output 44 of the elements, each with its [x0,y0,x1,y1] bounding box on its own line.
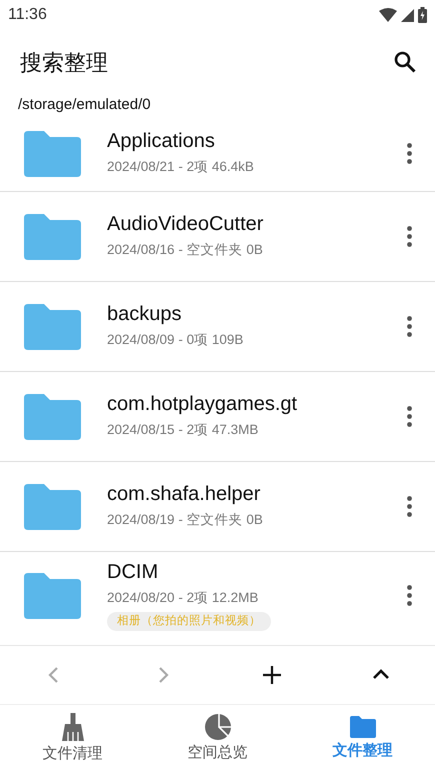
folder-row[interactable]: DCIM 2024/08/20 - 2项 12.2MB 相册（您拍的照片和视频） [0,552,435,640]
folder-name: com.hotplaygames.gt [107,392,298,416]
folder-icon [24,214,81,260]
folder-row[interactable]: Applications 2024/08/21 - 2项 46.4kB [0,116,435,192]
search-icon [393,50,417,74]
folder-row[interactable]: AudioVideoCutter 2024/08/16 - 空文件夹 0B [0,192,435,282]
folder-details: 2024/08/19 - 空文件夹 0B [107,511,264,530]
folder-name: AudioVideoCutter [107,212,264,236]
nav-tab[interactable]: 空间总览 [145,714,290,764]
broom-icon [62,712,84,741]
folder-details: 2024/08/16 - 空文件夹 0B [107,241,264,260]
folder-details: 2024/08/15 - 2项 47.3MB [107,421,260,440]
folder-row[interactable]: backups 2024/08/09 - 0项 109B [0,282,435,372]
folder-icon [24,573,81,619]
nav-tab[interactable]: 文件整理 [290,716,435,762]
battery-icon [418,7,427,23]
more-vertical-icon [406,226,412,247]
signal-icon [401,8,414,22]
folder-name: Applications [107,129,216,154]
page-title: 搜索整理 [20,48,108,76]
folder-details: 2024/08/20 - 2项 12.2MB [107,588,260,607]
folder-icon [24,304,81,350]
wifi-icon [379,8,397,22]
folder-name: com.shafa.helper [107,482,262,506]
status-time: 11:36 [8,5,47,25]
more-vertical-icon [406,496,412,517]
folder-name: DCIM [107,560,160,584]
folder-details: 2024/08/09 - 0项 109B [107,331,244,350]
folder-icon [24,484,81,530]
folder-row[interactable]: com.shafa.helper 2024/08/19 - 空文件夹 0B [0,462,435,552]
folder-path: /storage/emulated/0 [17,95,152,115]
folder-row[interactable]: com.hotplaygames.gt 2024/08/15 - 2项 47.3MB [0,372,435,462]
folder-icon [24,130,81,176]
more-vertical-icon [406,316,412,337]
folder-icon [350,716,376,738]
more-vertical-icon [406,406,412,427]
more-vertical-icon [406,142,412,164]
more-vertical-icon [406,585,412,606]
pie-chart-icon [204,714,230,740]
folder-details: 2024/08/21 - 2项 46.4kB [107,158,255,176]
folder-tag: 相册（您拍的照片和视频） [107,612,271,632]
nav-tab[interactable]: 文件清理 [0,712,145,766]
folder-icon [24,394,81,440]
folder-name: backups [107,302,182,326]
